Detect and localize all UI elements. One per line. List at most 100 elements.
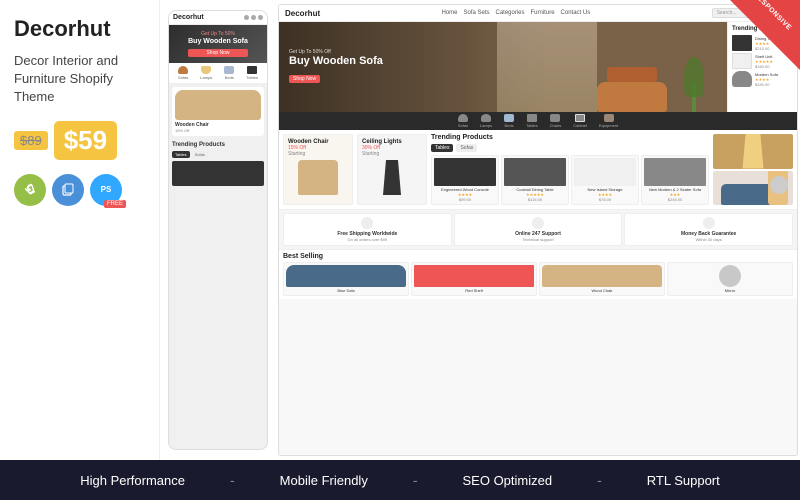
brand-name: Decorhut [14,16,145,42]
mobile-search-icon[interactable] [244,15,249,20]
mobile-menu-icon[interactable] [258,15,263,20]
cat-table[interactable]: Tables [526,114,538,128]
mobile-nav-beds[interactable]: Beds [224,66,234,80]
sofa-icon [178,66,188,74]
separator-1: - [230,472,235,488]
mobile-cart-icon[interactable] [251,15,256,20]
mobile-hero-title: Buy Wooden Sofa [188,37,248,46]
features-row: Free Shipping Worldwide On all orders ov… [279,209,797,249]
trending-product-grid: Engineered Wood Console ★★★★ $99.00 Cock… [431,155,709,205]
nav-sofa[interactable]: Sofa Sets [463,10,489,16]
cat-equipment[interactable]: Equipment [599,114,618,128]
bs-img-2 [414,265,534,287]
t-prod-price-4: $245.00 [644,197,706,202]
left-panel: Decorhut Decor Interior and Furniture Sh… [0,0,160,460]
mobile-nav-lamps[interactable]: Lamps [200,66,212,80]
trending-tab-sofas[interactable]: Sofas [456,144,477,152]
right-images-column [713,134,793,205]
best-selling-grid: Blue Sofa Red Shelf Wood Chair Mirr [283,262,793,296]
mobile-trending-title: Trending Products [172,142,264,148]
hero-title: Buy Wooden Sofa [289,55,383,67]
trending-prod-2[interactable]: Cocktail Dining Table ★★★★★ $115.00 [501,155,569,205]
lamp-icon [201,66,211,74]
separator-2: - [413,472,418,488]
best-selling-row: Best Selling Blue Sofa Red Shelf Wood [279,249,797,299]
mobile-nav-tables[interactable]: Tables [246,66,258,80]
trending-prod-4[interactable]: New Modern & 2 Seater Sofa ★★★ $245.00 [641,155,709,205]
cat-chair-icon [550,114,560,122]
bs-item-3[interactable]: Wood Chair [539,262,665,296]
feat-shipping: Free Shipping Worldwide On all orders ov… [283,213,452,246]
mobile-hero: Get Up To 50% Buy Wooden Sofa Shop Now [169,25,267,63]
cat-sofa[interactable]: Sofas [458,114,468,128]
old-price: $89 [14,131,48,150]
chair-img [298,160,338,195]
feature-seo-optimized: SEO Optimized [463,473,553,488]
mobile-header: Decorhut [169,11,267,25]
t-prod-price-1: $99.00 [434,197,496,202]
cat-bed-icon [504,114,514,122]
bs-item-2[interactable]: Red Shelf [411,262,537,296]
hero-sofa-illustration [597,57,667,112]
trending-img-3 [732,71,752,87]
mobile-brand: Decorhut [173,14,204,21]
mobile-preview: Decorhut Get Up To 50% Buy Wooden Sofa S… [168,10,268,450]
chair-promo-card[interactable]: Wooden Chair 15% Off Starting [283,134,353,205]
trending-tab-tables[interactable]: Tables [431,144,453,152]
trending-prod-3[interactable]: New Island Storage ★★★★ $78.00 [571,155,639,205]
cat-cabinet[interactable]: Cabinet [573,114,587,128]
right-lamp-img [713,134,793,169]
mobile-tabs: Tables Sofas [172,151,264,158]
best-selling-title: Best Selling [283,253,793,260]
nav-categories[interactable]: Categories [496,10,525,16]
responsive-badge-triangle [730,0,800,70]
mobile-tab-tables[interactable]: Tables [172,151,190,158]
desktop-brand: Decorhut [285,9,320,18]
mobile-shop-btn[interactable]: Shop Now [188,49,248,58]
bs-item-4[interactable]: Mirror [667,262,793,296]
badge-copy[interactable] [52,174,84,206]
mobile-nav-sofas[interactable]: Sofas [178,66,188,80]
badges: PS FREE [14,174,145,206]
hero-row: Get Up To 50% Off Buy Wooden Sofa Shop N… [279,22,797,112]
hero-cta-btn[interactable]: Shop Now [289,75,320,83]
t-prod-price-3: $78.00 [574,197,636,202]
cat-bed[interactable]: Beds [504,114,514,128]
mobile-tab-sofas[interactable]: Sofas [192,151,208,158]
bed-icon [224,66,234,74]
trending-prod-1[interactable]: Engineered Wood Console ★★★★ $99.00 [431,155,499,205]
trending-section-tabs: Tables Sofas [431,144,709,152]
bs-item-1[interactable]: Blue Sofa [283,262,409,296]
trending-info-3: Modern Sofa ★★★★ $340.00 [755,72,793,87]
badge-free-label: FREE [104,200,126,208]
desktop-nav: Home Sofa Sets Categories Furniture Cont… [441,10,590,16]
mobile-product-sub: 15% Off [175,128,261,133]
cat-lamp-icon [481,114,491,122]
cat-lamp[interactable]: Lamps [480,114,492,128]
bs-img-3 [542,265,662,287]
mobile-nav-icons: Sofas Lamps Beds Tables [169,63,267,84]
t-prod-price-2: $115.00 [504,197,566,202]
lights-promo-card[interactable]: Ceiling Lights 30% Off Starting [357,134,427,205]
lamp-shape [738,134,768,169]
mobile-icons [244,15,263,20]
nav-contact[interactable]: Contact Us [561,10,591,16]
feature-rtl-support: RTL Support [647,473,720,488]
hero-room-bg [497,22,597,112]
badge-shopify[interactable] [14,174,46,206]
nav-home[interactable]: Home [441,10,457,16]
feature-mobile-friendly: Mobile Friendly [280,473,368,488]
hero-text-block: Get Up To 50% Off Buy Wooden Sofa Shop N… [289,49,383,85]
nav-furniture[interactable]: Furniture [531,10,555,16]
feat-returns: Online 247 Support Technical support [454,213,623,246]
trending-item-3[interactable]: Modern Sofa ★★★★ $340.00 [732,71,793,87]
bottom-bar: High Performance - Mobile Friendly - SEO… [0,460,800,500]
lights-sub: Starting [362,151,422,157]
cat-chairs[interactable]: Chairs [550,114,562,128]
feat-returns-icon [532,217,544,229]
hero-plant-illustration [682,57,707,112]
mobile-product-card: Wooden Chair 15% Off [172,87,264,136]
chair-sub: Starting [288,151,348,157]
bs-img-1 [286,265,406,287]
mobile-hero-text: Get Up To 50% Buy Wooden Sofa Shop Now [188,31,248,57]
